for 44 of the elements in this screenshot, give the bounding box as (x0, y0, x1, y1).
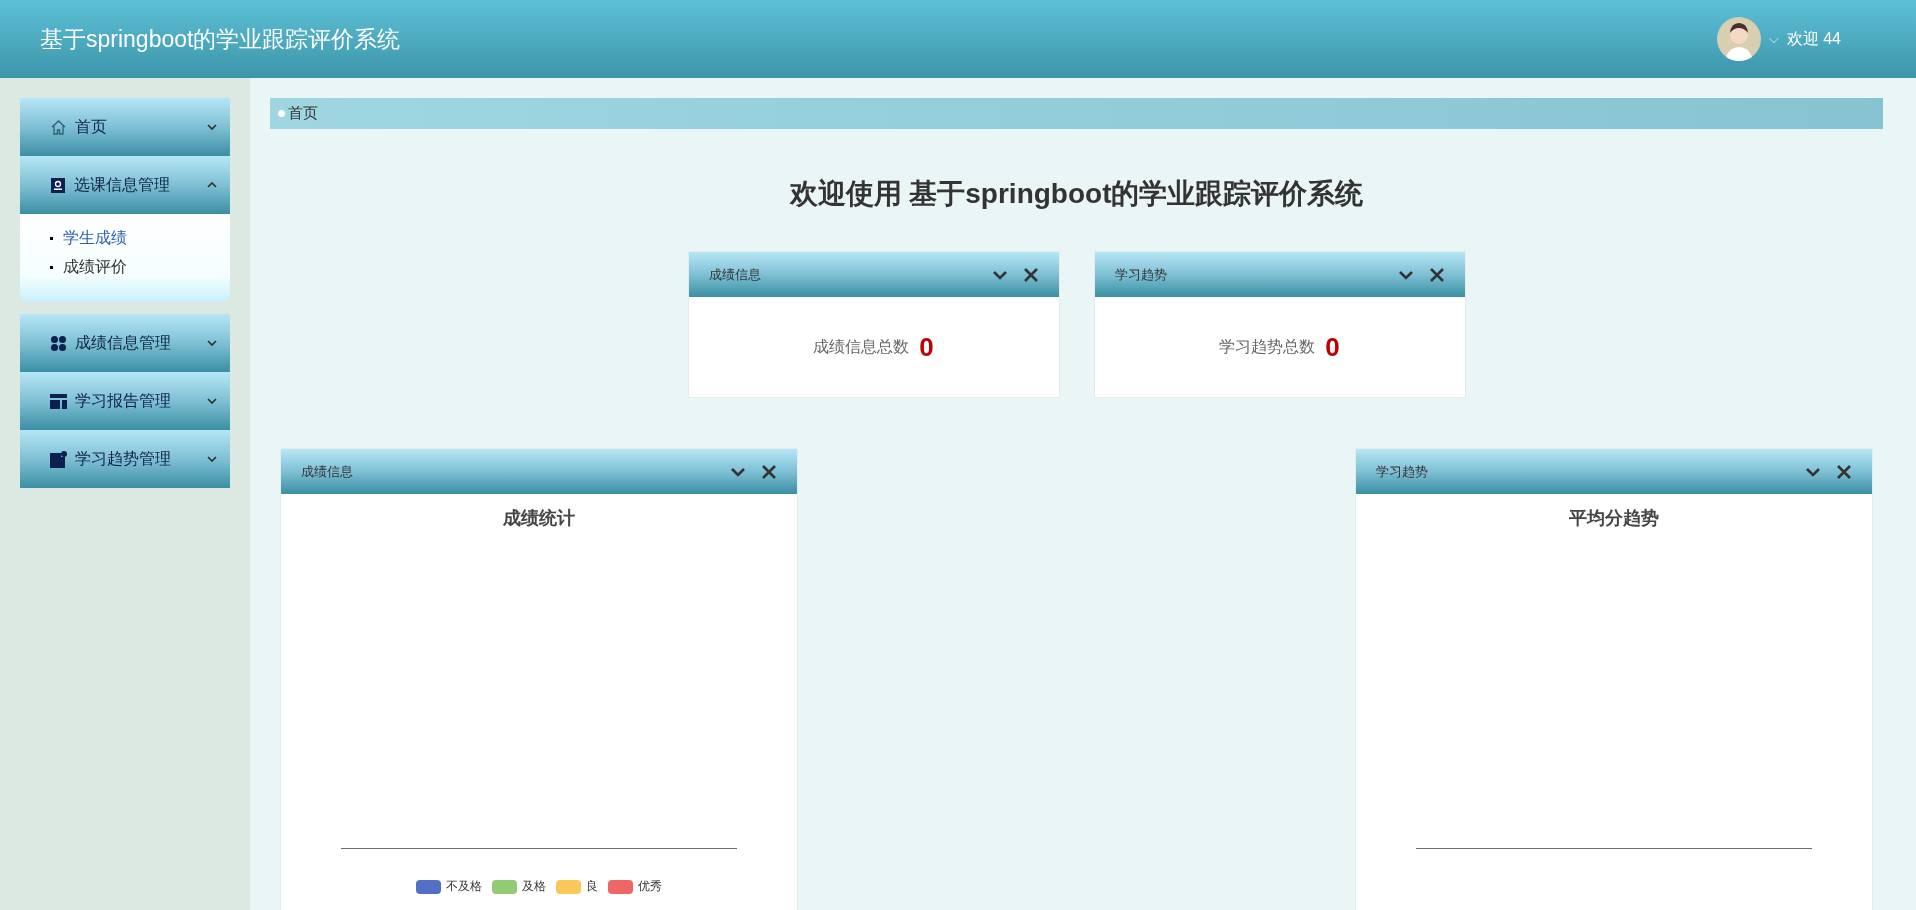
caret-icon[interactable] (206, 395, 218, 407)
legend-label[interactable]: 优秀 (638, 878, 662, 895)
legend-label[interactable]: 不及格 (446, 878, 482, 895)
contact-card-icon (50, 176, 66, 194)
dot-icon (278, 110, 285, 117)
sidebar-item[interactable]: 选课信息管理 (20, 156, 230, 214)
close-icon[interactable] (761, 463, 777, 480)
panel-title: 成绩信息 (301, 462, 354, 481)
legend-swatch[interactable] (492, 879, 517, 894)
app-title: 基于springboot的学业跟踪评价系统 (40, 24, 401, 54)
sidebar-item[interactable]: 学习报告管理 (20, 372, 230, 430)
close-icon[interactable] (1836, 463, 1852, 480)
sidebar-item[interactable]: 成绩信息管理 (20, 314, 230, 372)
caret-icon[interactable] (206, 453, 218, 465)
legend-swatch[interactable] (416, 879, 441, 894)
stat-label: 成绩信息总数 (813, 336, 910, 357)
breadcrumb-item[interactable]: 首页 (288, 104, 318, 123)
four-dots-icon (50, 334, 67, 352)
legend-swatch[interactable] (556, 879, 581, 894)
panel-title: 学习趋势 (1376, 462, 1429, 481)
avatar-icon[interactable] (1716, 17, 1761, 61)
legend-swatch[interactable] (608, 879, 633, 894)
layout-icon (50, 393, 67, 409)
bullet-icon (50, 237, 53, 240)
card-title: 成绩信息 (708, 265, 762, 284)
sidebar-item[interactable]: 学习趋势管理 (20, 430, 230, 488)
bullet-icon (50, 266, 53, 269)
chart-title: 成绩统计 (502, 507, 576, 530)
stat-count: 0 (919, 331, 934, 363)
chart-title: 平均分趋势 (1568, 507, 1660, 530)
caret-icon[interactable] (206, 121, 218, 133)
caret-icon[interactable] (206, 337, 218, 349)
card-title: 学习趋势 (1114, 265, 1168, 284)
legend-label[interactable]: 及格 (522, 878, 546, 895)
stat-label: 学习趋势总数 (1219, 336, 1316, 357)
sidebar-item[interactable]: 首页 (20, 98, 230, 156)
legend-label[interactable]: 良 (586, 878, 598, 895)
submenu-item[interactable]: 成绩评价 (63, 257, 127, 278)
close-icon[interactable] (1428, 266, 1445, 283)
welcome-heading: 欢迎使用 基于springboot的学业跟踪评价系统 (788, 177, 1365, 211)
stat-count: 0 (1325, 331, 1340, 363)
close-icon[interactable] (1022, 266, 1039, 283)
house-icon (50, 118, 67, 136)
submenu-item[interactable]: 学生成绩 (63, 228, 127, 249)
